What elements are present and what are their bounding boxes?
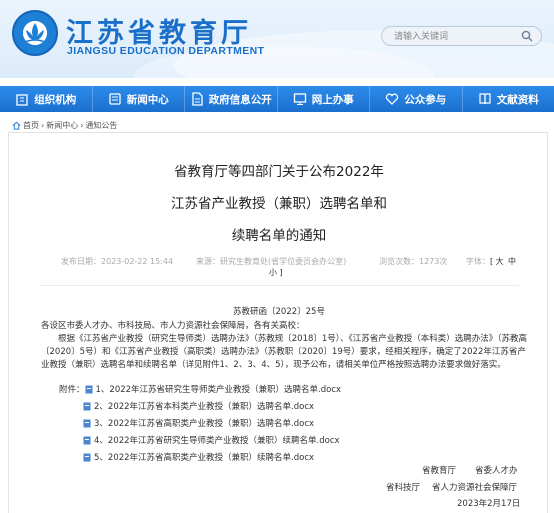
main-nav: 组织机构 新闻中心 政府信息公开 网上办事 公众参与 文献资料 <box>0 86 554 112</box>
article-title-line-3: 续聘名单的通知 <box>231 228 327 244</box>
signatory: 省教育厅 <box>422 466 457 476</box>
article-title-line-2: 江苏省产业教授（兼职）选聘名单和 <box>171 196 387 212</box>
home-icon <box>12 121 21 130</box>
font-medium-button[interactable]: 中 <box>508 256 516 267</box>
site-header: 江苏省教育厅 JIANGSU EDUCATION DEPARTMENT <box>0 0 554 78</box>
breadcrumb-news[interactable]: 新闻中心 <box>46 120 78 131</box>
article-paragraph: 根据《江苏省产业教授（研究生导师类）选聘办法》（苏教规〔2018〕1号）、《江苏… <box>41 334 528 370</box>
breadcrumb-home[interactable]: 首页 <box>23 120 39 131</box>
font-small-button[interactable]: 小 ] <box>269 267 283 278</box>
attachment-item[interactable]: 5、2022年江苏省高职类产业教授（兼职）续聘名单.docx <box>83 451 314 463</box>
attachment-link[interactable]: 4、2022年江苏省研究生导师类产业教授（兼职）续聘名单.docx <box>94 434 340 446</box>
nav-label: 文献资料 <box>496 93 539 106</box>
newspaper-icon <box>109 93 121 105</box>
nav-item-online-services[interactable]: 网上办事 <box>278 86 370 112</box>
attachment-link[interactable]: 1、2022年江苏省研究生导师类产业教授（兼职）选聘名单.docx <box>96 383 342 395</box>
font-large-button[interactable]: [ 大 <box>490 256 504 267</box>
heart-icon <box>386 93 399 105</box>
nav-label: 网上办事 <box>311 93 354 106</box>
document-number: 苏教研函〔2022〕25号 <box>233 307 325 317</box>
nav-label: 政府信息公开 <box>208 93 272 106</box>
attachments-label: 附件： <box>59 385 85 395</box>
article-title-line-1: 省教育厅等四部门关于公布2022年 <box>174 164 384 180</box>
file-icon <box>83 436 91 444</box>
nav-label: 新闻中心 <box>126 93 169 106</box>
attachment-item[interactable]: 2、2022年江苏省本科类产业教授（兼职）选聘名单.docx <box>83 400 314 412</box>
site-subtitle: JIANGSU EDUCATION DEPARTMENT <box>67 45 265 57</box>
attachment-link[interactable]: 5、2022年江苏省高职类产业教授（兼职）续聘名单.docx <box>94 451 314 463</box>
breadcrumb-separator: › <box>80 121 84 130</box>
signatory: 省科技厅 <box>386 483 421 493</box>
view-count: 浏览次数：1273次 <box>379 257 448 266</box>
meta-divider <box>39 285 519 286</box>
issue-date: 2023年2月17日 <box>457 499 521 509</box>
signatory: 省人力资源社会保障厅 <box>432 483 518 493</box>
attachment-link[interactable]: 3、2022年江苏省高职类产业教授（兼职）选聘名单.docx <box>94 417 314 429</box>
file-icon <box>85 385 93 393</box>
salutation: 各设区市委人才办、市科技局、市人力资源社会保障局，各有关高校： <box>41 321 305 331</box>
search-input[interactable] <box>394 29 514 44</box>
nav-label: 组织机构 <box>34 93 77 106</box>
nav-item-gov-info[interactable]: 政府信息公开 <box>185 86 278 112</box>
nav-item-news[interactable]: 新闻中心 <box>93 86 185 112</box>
building-icon <box>16 94 28 106</box>
attachment-item[interactable]: 附件： 1、2022年江苏省研究生导师类产业教授（兼职）选聘名单.docx <box>59 383 341 395</box>
font-size-label: 字体： <box>466 257 490 266</box>
nav-item-literature[interactable]: 文献资料 <box>463 86 554 112</box>
breadcrumb-notices[interactable]: 通知公告 <box>85 120 117 131</box>
nav-label: 公众参与 <box>404 93 447 106</box>
signatory: 省委人才办 <box>475 466 518 476</box>
article-panel: 省教育厅等四部门关于公布2022年 江苏省产业教授（兼职）选聘名单和 续聘名单的… <box>8 132 548 513</box>
search-box[interactable] <box>381 26 542 46</box>
monitor-icon <box>293 93 306 105</box>
attachment-item[interactable]: 4、2022年江苏省研究生导师类产业教授（兼职）续聘名单.docx <box>83 434 340 446</box>
nav-item-public-participation[interactable]: 公众参与 <box>370 86 463 112</box>
attachment-link[interactable]: 2、2022年江苏省本科类产业教授（兼职）选聘名单.docx <box>94 400 314 412</box>
publish-date: 发布日期：2023-02-22 15:44 <box>61 257 174 266</box>
attachment-item[interactable]: 3、2022年江苏省高职类产业教授（兼职）选聘名单.docx <box>83 417 314 429</box>
search-icon[interactable] <box>521 30 533 42</box>
document-icon <box>192 92 203 106</box>
book-icon <box>479 93 491 105</box>
nav-item-organization[interactable]: 组织机构 <box>0 86 93 112</box>
file-icon <box>83 402 91 410</box>
lotus-icon <box>24 23 46 43</box>
file-icon <box>83 453 91 461</box>
source: 来源：研究生教育处(省学位委员会办公室) <box>196 257 347 266</box>
breadcrumb: 首页 › 新闻中心 › 通知公告 <box>12 120 119 131</box>
file-icon <box>83 419 91 427</box>
breadcrumb-separator: › <box>41 121 45 130</box>
site-logo[interactable] <box>12 10 58 56</box>
